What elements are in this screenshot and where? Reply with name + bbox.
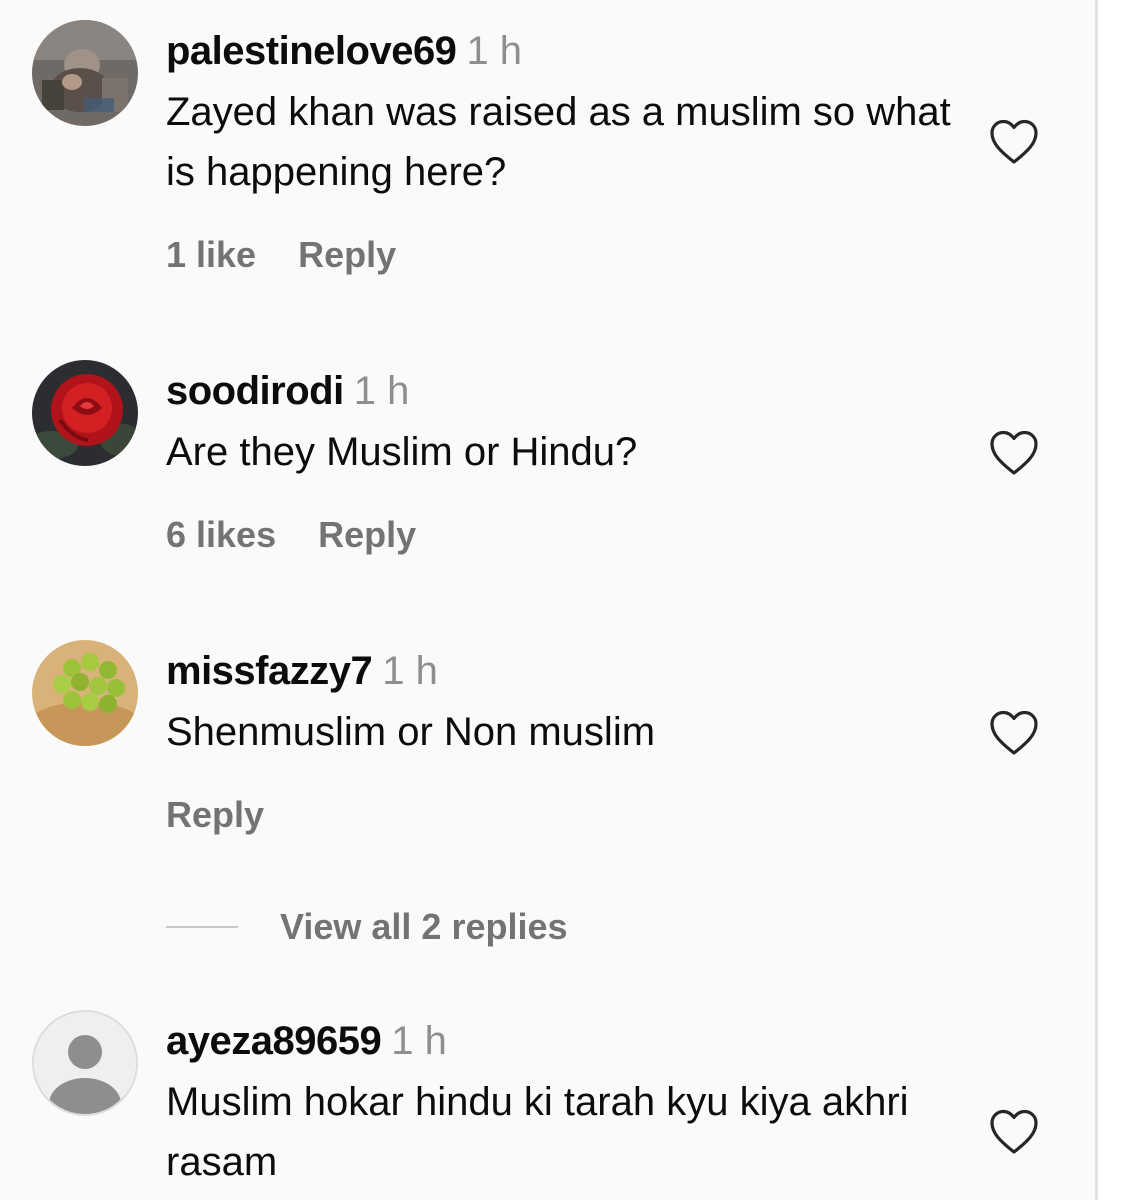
avatar[interactable]	[32, 360, 138, 466]
heart-icon[interactable]	[988, 429, 1040, 477]
comment-header: ayeza89659 1 h	[166, 1016, 956, 1066]
comment-text: Shenmuslim or Non muslim	[166, 710, 656, 754]
avatar[interactable]	[32, 1010, 138, 1116]
reply-button[interactable]: Reply	[166, 794, 264, 835]
likes-count[interactable]: 6 likes	[166, 514, 276, 555]
timestamp[interactable]: 1 h	[466, 29, 522, 73]
comment-text: Zayed khan was raised as a muslim so wha…	[166, 90, 951, 194]
heart-icon[interactable]	[988, 118, 1040, 166]
comment-text: Muslim hokar hindu ki tarah kyu kiya akh…	[166, 1080, 909, 1184]
timestamp[interactable]: 1 h	[354, 369, 410, 413]
timestamp[interactable]: 1 h	[382, 649, 438, 693]
window-edge	[1098, 0, 1121, 1200]
view-replies-button[interactable]: View all 2 replies	[280, 906, 568, 948]
comment-header: missfazzy7 1 h	[166, 646, 956, 696]
username-link[interactable]: missfazzy7	[166, 649, 373, 693]
comment-text: Are they Muslim or Hindu?	[166, 430, 638, 474]
likes-count[interactable]: 1 like	[166, 234, 256, 275]
replies-divider	[166, 926, 238, 928]
username-link[interactable]: palestinelove69	[166, 29, 457, 73]
username-link[interactable]: ayeza89659	[166, 1019, 382, 1063]
avatar[interactable]	[32, 640, 138, 746]
username-link[interactable]: soodirodi	[166, 369, 344, 413]
comment-header: soodirodi 1 h	[166, 366, 956, 416]
heart-icon[interactable]	[988, 1108, 1040, 1156]
comment-actions: 1 like Reply	[166, 234, 438, 276]
heart-icon[interactable]	[988, 709, 1040, 757]
comment-actions: Reply	[166, 794, 306, 836]
reply-button[interactable]: Reply	[298, 234, 396, 275]
comment-actions: 6 likes Reply	[166, 514, 458, 556]
timestamp[interactable]: 1 h	[391, 1019, 447, 1063]
view-replies[interactable]: View all 2 replies	[166, 905, 568, 949]
avatar[interactable]	[32, 20, 138, 126]
comment-header: palestinelove69 1 h	[166, 26, 956, 76]
reply-button[interactable]: Reply	[318, 514, 416, 555]
person-silhouette-icon	[34, 1012, 136, 1114]
